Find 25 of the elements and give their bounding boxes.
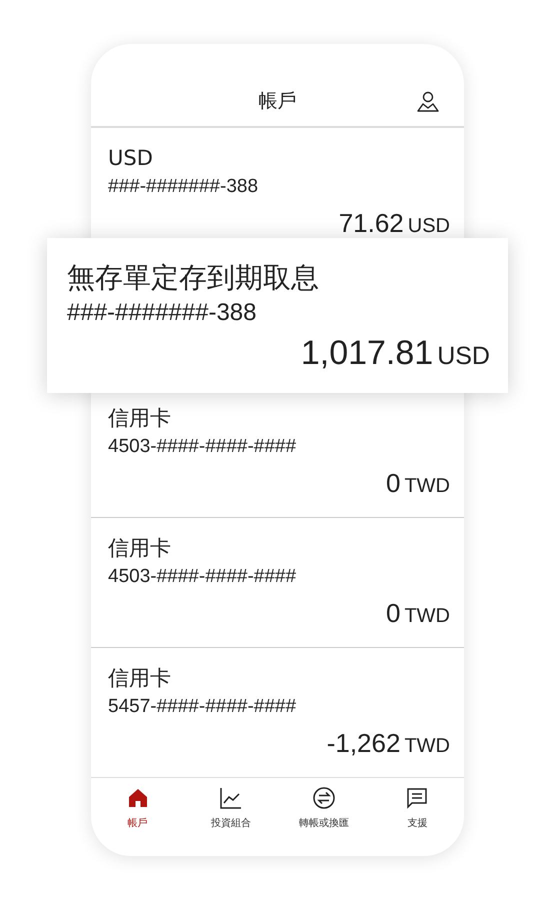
account-number: ###-#######-388 — [67, 298, 258, 328]
account-number: 5457-####-####-#### — [108, 694, 298, 719]
tab-button[interactable]: 帳戶 — [91, 786, 184, 832]
tab-button[interactable]: 支援 — [370, 786, 464, 832]
line-chart-icon — [218, 786, 243, 810]
balance-amount: 0 TWD — [386, 468, 450, 499]
chat-icon — [405, 786, 430, 810]
account-number: 4503-####-####-#### — [108, 564, 298, 589]
exchange-icon — [312, 786, 336, 810]
tab-button[interactable]: 投資組合 — [184, 786, 278, 832]
balance-amount: 71.62 USD — [338, 208, 450, 239]
account-name: 信用卡 — [108, 404, 172, 432]
account-number: 4503-####-####-#### — [108, 434, 298, 459]
account-card-popup[interactable]: 無存單定存到期取息 ###-#######-388 1,017.81 USD — [47, 238, 508, 393]
balance-amount: 1,017.81 USD — [300, 334, 490, 373]
screen-title: 帳戶 — [258, 88, 296, 114]
balance-amount: -1,262 TWD — [326, 728, 450, 759]
account-number: ###-#######-388 — [108, 174, 260, 199]
profile-icon[interactable] — [416, 90, 440, 114]
account-name: 信用卡 — [108, 664, 172, 692]
balance-amount: 0 TWD — [386, 598, 450, 629]
account-name: 信用卡 — [108, 534, 172, 562]
account-name: 無存單定存到期取息 — [67, 260, 320, 296]
tab-button[interactable]: 轉帳或換匯 — [278, 786, 371, 832]
account-name: USD — [108, 144, 154, 172]
